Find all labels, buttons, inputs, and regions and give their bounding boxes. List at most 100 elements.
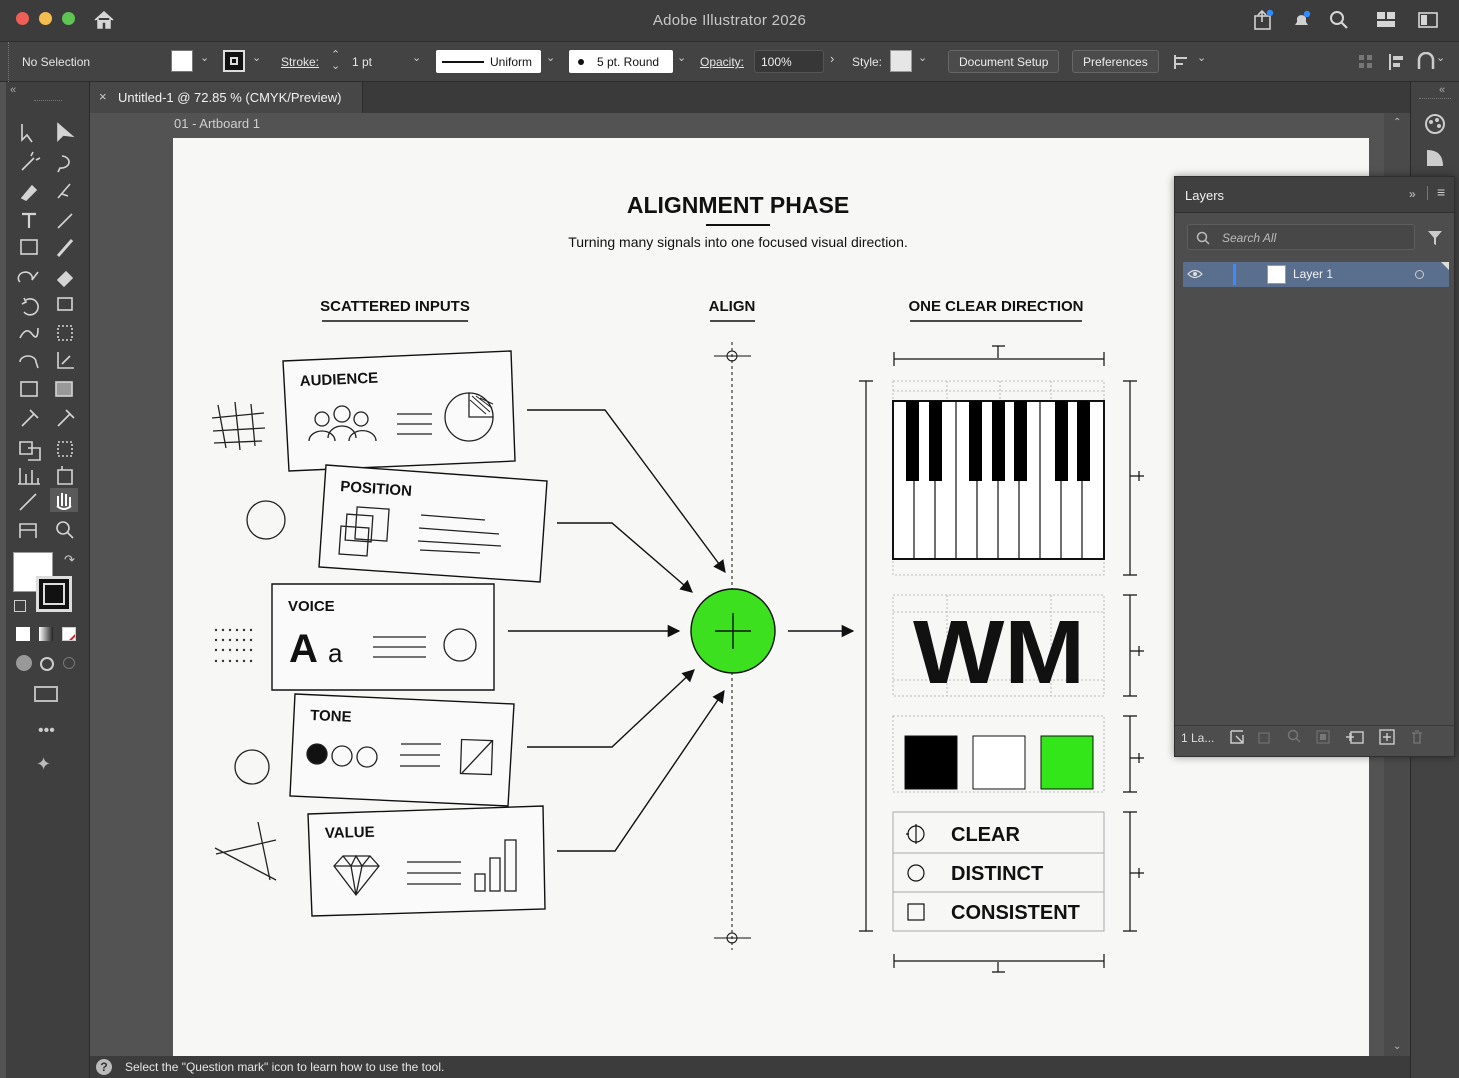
document-tab[interactable]: × Untitled-1 @ 72.85 % (CMYK/Preview) xyxy=(90,82,363,113)
default-colors-icon[interactable] xyxy=(14,600,26,612)
color-mode-icon[interactable] xyxy=(16,627,30,641)
align-dropdown-icon[interactable]: ⌄ xyxy=(1197,51,1206,64)
zoom-and-hand-toggle-icon[interactable] xyxy=(19,523,37,538)
style-swatch[interactable] xyxy=(890,50,912,72)
style-dropdown-icon[interactable]: ⌄ xyxy=(918,51,927,64)
stroke-stepper-icon[interactable]: ⌃ ⌄ xyxy=(331,50,340,72)
screen-mode-icon[interactable] xyxy=(34,686,58,702)
grip-handle[interactable] xyxy=(8,42,11,82)
help-question-mark-icon[interactable]: ? xyxy=(96,1059,112,1075)
dock-grip[interactable] xyxy=(1419,98,1451,99)
slice-tool-icon[interactable] xyxy=(19,493,37,511)
rotate-tool-icon[interactable] xyxy=(21,297,39,316)
rectangle-tool-icon[interactable] xyxy=(20,239,38,255)
transform-grid-icon[interactable] xyxy=(1358,54,1374,70)
share-icon[interactable] xyxy=(1252,8,1274,32)
layers-search-field[interactable]: Search All xyxy=(1187,224,1415,250)
perspective-grid-tool-icon[interactable] xyxy=(57,352,74,369)
direct-selection-tool-icon[interactable] xyxy=(57,122,75,142)
artboard-label[interactable]: 01 - Artboard 1 xyxy=(174,116,260,131)
gradient-tool-icon[interactable] xyxy=(55,381,73,397)
none-mode-icon[interactable] xyxy=(62,627,76,641)
collapse-toolbar-icon[interactable]: « xyxy=(10,84,16,96)
stroke-color-dropdown-icon[interactable]: ⌄ xyxy=(252,51,261,64)
layer-target-icon[interactable] xyxy=(1415,270,1424,279)
pen-tool-icon[interactable] xyxy=(20,184,38,201)
fill-dropdown-icon[interactable]: ⌄ xyxy=(200,51,209,64)
delete-layer-icon[interactable] xyxy=(1409,729,1425,745)
stroke-swatch[interactable] xyxy=(223,50,245,72)
distribute-icon[interactable] xyxy=(1387,52,1407,72)
close-tab-icon[interactable]: × xyxy=(99,89,107,104)
curvature-tool-icon[interactable] xyxy=(57,183,71,199)
filter-icon[interactable] xyxy=(1426,229,1444,247)
layers-panel-title[interactable]: Layers xyxy=(1185,188,1224,203)
stroke-color-box[interactable] xyxy=(36,576,72,612)
draw-normal-icon[interactable] xyxy=(16,655,32,671)
layer-row[interactable]: Layer 1 xyxy=(1183,262,1449,287)
preferences-button[interactable]: Preferences xyxy=(1072,50,1159,73)
scroll-down-icon[interactable]: ⌄ xyxy=(1393,1041,1401,1052)
create-new-layer-icon[interactable] xyxy=(1379,729,1395,745)
column-graph-tool-icon[interactable] xyxy=(18,468,40,485)
search-layers-icon[interactable] xyxy=(1287,729,1303,745)
brush-select[interactable]: 5 pt. Round xyxy=(569,50,673,73)
measure-tool-icon[interactable] xyxy=(57,409,75,427)
stroke-label[interactable]: Stroke: xyxy=(281,55,319,69)
symbol-sprayer-tool-icon[interactable] xyxy=(57,441,73,457)
opacity-field[interactable]: 100% xyxy=(754,50,824,73)
draw-behind-icon[interactable] xyxy=(40,657,54,671)
blend-tool-icon[interactable] xyxy=(19,441,41,461)
gradient-mode-icon[interactable] xyxy=(39,627,53,641)
opacity-label[interactable]: Opacity: xyxy=(700,55,744,69)
line-tool-icon[interactable] xyxy=(57,213,73,229)
layers-panel-header[interactable]: Layers » ≡ xyxy=(1175,177,1454,213)
swap-fill-stroke-icon[interactable]: ↷ xyxy=(64,552,75,568)
visibility-eye-icon[interactable] xyxy=(1187,268,1203,280)
collapse-dock-icon[interactable]: « xyxy=(1439,84,1445,96)
notifications-icon[interactable] xyxy=(1291,9,1313,31)
search-icon[interactable] xyxy=(1328,9,1350,31)
stroke-profile-select[interactable]: Uniform xyxy=(436,50,541,73)
fill-swatch[interactable] xyxy=(171,50,193,72)
edit-toolbar-icon[interactable]: ••• xyxy=(38,722,55,740)
align-tool-icon[interactable] xyxy=(1172,52,1192,72)
shaper-tool-icon[interactable] xyxy=(17,271,39,283)
collapse-panel-icon[interactable]: » xyxy=(1409,187,1416,201)
workspace-switcher-icon[interactable] xyxy=(1376,10,1398,30)
brush-dropdown-icon[interactable]: ⌄ xyxy=(677,51,686,64)
scroll-up-icon[interactable]: ⌃ xyxy=(1393,117,1401,128)
properties-panel-icon[interactable] xyxy=(1423,112,1447,136)
layer-name[interactable]: Layer 1 xyxy=(1293,267,1333,281)
locate-object-icon[interactable] xyxy=(1229,729,1245,745)
draw-inside-icon[interactable] xyxy=(63,657,75,669)
lasso-tool-icon[interactable] xyxy=(57,155,70,173)
scale-tool-icon[interactable] xyxy=(57,297,73,311)
toolbar-grip[interactable] xyxy=(34,100,62,102)
mesh-tool-icon[interactable] xyxy=(20,381,38,397)
stroke-weight-value[interactable]: 1 pt xyxy=(352,55,372,69)
magic-wand-tool-icon[interactable] xyxy=(21,151,41,171)
arrange-documents-icon[interactable] xyxy=(1418,10,1440,30)
free-transform-tool-icon[interactable] xyxy=(57,325,73,341)
shape-builder-tool-icon[interactable] xyxy=(19,355,39,369)
paintbrush-tool-icon[interactable] xyxy=(56,239,74,257)
eyedropper-tool-icon[interactable] xyxy=(21,409,39,427)
more-controls-dropdown-icon[interactable]: ⌄ xyxy=(1436,51,1445,64)
puppet-warp-icon[interactable] xyxy=(1416,52,1436,72)
panel-menu-icon[interactable]: ≡ xyxy=(1437,184,1445,200)
stroke-weight-dropdown-icon[interactable]: ⌄ xyxy=(412,51,421,64)
type-tool-icon[interactable] xyxy=(22,212,36,228)
collect-export-icon[interactable] xyxy=(1315,729,1331,745)
width-tool-icon[interactable] xyxy=(19,327,39,339)
create-sublayer-icon[interactable] xyxy=(1345,729,1365,745)
libraries-panel-icon[interactable] xyxy=(1423,146,1447,170)
eraser-tool-icon[interactable] xyxy=(56,270,74,288)
opacity-expand-icon[interactable]: › xyxy=(830,51,834,66)
document-setup-button[interactable]: Document Setup xyxy=(948,50,1060,73)
stroke-profile-dropdown-icon[interactable]: ⌄ xyxy=(546,51,555,64)
generative-fill-icon[interactable]: ✦ xyxy=(36,754,51,775)
make-clipping-mask-icon[interactable] xyxy=(1257,729,1273,745)
artboard-tool-icon[interactable] xyxy=(57,466,73,485)
selection-tool-icon[interactable] xyxy=(21,124,33,143)
